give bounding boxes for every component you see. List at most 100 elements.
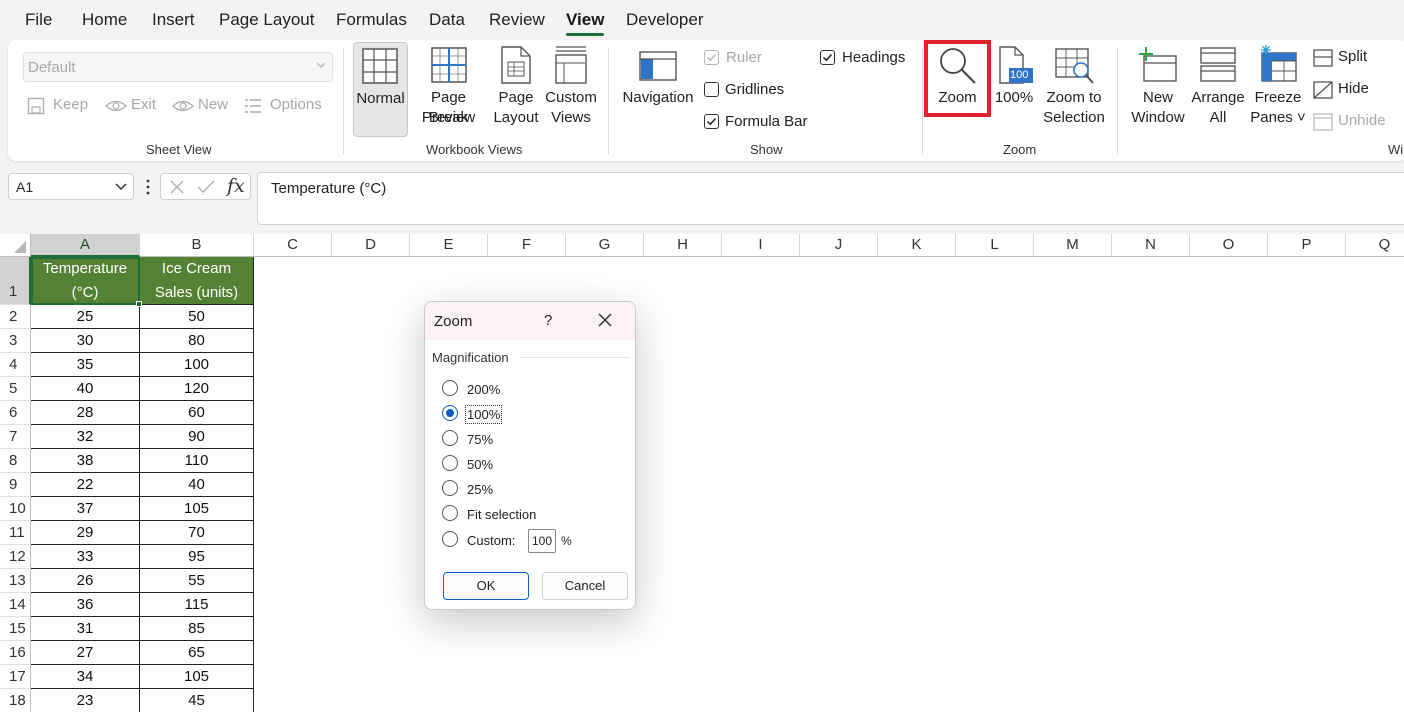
table-cell[interactable]: 115 [140, 593, 254, 617]
column-header-b[interactable]: B [140, 234, 254, 257]
table-cell[interactable]: 45 [140, 689, 254, 712]
table-cell[interactable]: 105 [140, 497, 254, 521]
help-button[interactable]: ? [544, 312, 552, 329]
tab-insert[interactable]: Insert [152, 10, 195, 30]
table-cell[interactable]: 40 [31, 377, 140, 401]
row-header-14[interactable]: 14 [0, 593, 31, 617]
radio-50-label[interactable]: 50% [467, 457, 493, 472]
row-header-11[interactable]: 11 [0, 521, 31, 545]
table-cell[interactable]: 25 [31, 305, 140, 329]
row-header-18[interactable]: 18 [0, 689, 31, 712]
select-all-corner[interactable] [0, 234, 31, 257]
formula-bar-checkbox[interactable] [704, 114, 719, 129]
column-header-o[interactable]: O [1190, 234, 1268, 257]
table-cell[interactable]: 23 [31, 689, 140, 712]
table-cell[interactable]: 70 [140, 521, 254, 545]
table-cell[interactable]: 26 [31, 569, 140, 593]
table-cell[interactable]: 32 [31, 425, 140, 449]
row-header-2[interactable]: 2 [0, 305, 31, 329]
column-header-l[interactable]: L [956, 234, 1034, 257]
table-cell[interactable]: 31 [31, 617, 140, 641]
column-header-n[interactable]: N [1112, 234, 1190, 257]
table-cell[interactable]: 36 [31, 593, 140, 617]
table-cell[interactable]: 37 [31, 497, 140, 521]
insert-function-icon[interactable]: fx [227, 175, 245, 197]
radio-25-label[interactable]: 25% [467, 482, 493, 497]
column-header-c[interactable]: C [254, 234, 332, 257]
arrange-all-button[interactable]: Arrange All [1188, 42, 1248, 132]
more-options-icon[interactable] [145, 179, 151, 195]
column-header-j[interactable]: J [800, 234, 878, 257]
tab-formulas[interactable]: Formulas [336, 10, 407, 30]
table-cell[interactable]: 50 [140, 305, 254, 329]
new-window-button[interactable]: New Window [1126, 42, 1190, 132]
row-header-8[interactable]: 8 [0, 449, 31, 473]
freeze-panes-button[interactable]: Freeze Panes ˅ [1248, 42, 1308, 132]
table-cell[interactable]: 29 [31, 521, 140, 545]
row-header-13[interactable]: 13 [0, 569, 31, 593]
fill-handle[interactable] [136, 301, 142, 307]
tab-file[interactable]: File [25, 10, 52, 30]
radio-100-label[interactable]: 100% [464, 405, 503, 424]
formula-input[interactable]: Temperature (°C) [257, 172, 1404, 225]
table-cell[interactable]: 120 [140, 377, 254, 401]
cancel-button[interactable]: Cancel [542, 572, 628, 600]
tab-home[interactable]: Home [82, 10, 127, 30]
row-header-17[interactable]: 17 [0, 665, 31, 689]
ok-button[interactable]: OK [443, 572, 529, 600]
table-cell[interactable]: 95 [140, 545, 254, 569]
radio-custom[interactable] [442, 531, 458, 547]
row-header-6[interactable]: 6 [0, 401, 31, 425]
table-cell[interactable]: 34 [31, 665, 140, 689]
radio-fit-selection-label[interactable]: Fit selection [467, 507, 536, 522]
radio-200[interactable] [442, 380, 458, 396]
tab-data[interactable]: Data [429, 10, 465, 30]
table-cell[interactable]: 60 [140, 401, 254, 425]
tab-page-layout[interactable]: Page Layout [219, 10, 314, 30]
custom-views-button[interactable]: Custom Views [543, 42, 599, 132]
radio-25[interactable] [442, 480, 458, 496]
column-header-f[interactable]: F [488, 234, 566, 257]
column-header-k[interactable]: K [878, 234, 956, 257]
table-cell[interactable]: 110 [140, 449, 254, 473]
normal-view-button[interactable]: Normal [353, 42, 408, 137]
table-cell[interactable]: 105 [140, 665, 254, 689]
name-box[interactable]: A1 [8, 173, 134, 200]
zoom-100-button[interactable]: 100 100% [993, 42, 1035, 114]
table-cell[interactable]: 80 [140, 329, 254, 353]
zoom-to-selection-button[interactable]: Zoom to Selection [1038, 42, 1110, 132]
table-cell[interactable]: 35 [31, 353, 140, 377]
radio-100[interactable] [442, 405, 458, 421]
confirm-entry-icon[interactable] [197, 179, 215, 195]
column-header-e[interactable]: E [410, 234, 488, 257]
column-header-m[interactable]: M [1034, 234, 1112, 257]
table-cell[interactable]: 40 [140, 473, 254, 497]
row-header-15[interactable]: 15 [0, 617, 31, 641]
headings-checkbox[interactable] [820, 50, 835, 65]
tab-review[interactable]: Review [489, 10, 545, 30]
row-header-7[interactable]: 7 [0, 425, 31, 449]
close-icon[interactable] [598, 313, 612, 327]
cancel-entry-icon[interactable] [169, 179, 185, 195]
radio-50[interactable] [442, 455, 458, 471]
row-header-12[interactable]: 12 [0, 545, 31, 569]
column-header-p[interactable]: P [1268, 234, 1346, 257]
column-header-i[interactable]: I [722, 234, 800, 257]
gridlines-checkbox[interactable] [704, 82, 719, 97]
table-cell[interactable]: 65 [140, 641, 254, 665]
sheet-view-select[interactable]: Default [23, 52, 333, 82]
table-cell[interactable]: 55 [140, 569, 254, 593]
row-header-5[interactable]: 5 [0, 377, 31, 401]
header-cell-a[interactable]: Temperature (°C) [31, 257, 140, 305]
table-cell[interactable]: 38 [31, 449, 140, 473]
table-cell[interactable]: 90 [140, 425, 254, 449]
row-header-9[interactable]: 9 [0, 473, 31, 497]
radio-75[interactable] [442, 430, 458, 446]
radio-200-label[interactable]: 200% [467, 382, 500, 397]
column-header-h[interactable]: H [644, 234, 722, 257]
tab-view[interactable]: View [566, 10, 604, 30]
table-cell[interactable]: 27 [31, 641, 140, 665]
row-header-3[interactable]: 3 [0, 329, 31, 353]
table-cell[interactable]: 28 [31, 401, 140, 425]
column-header-g[interactable]: G [566, 234, 644, 257]
